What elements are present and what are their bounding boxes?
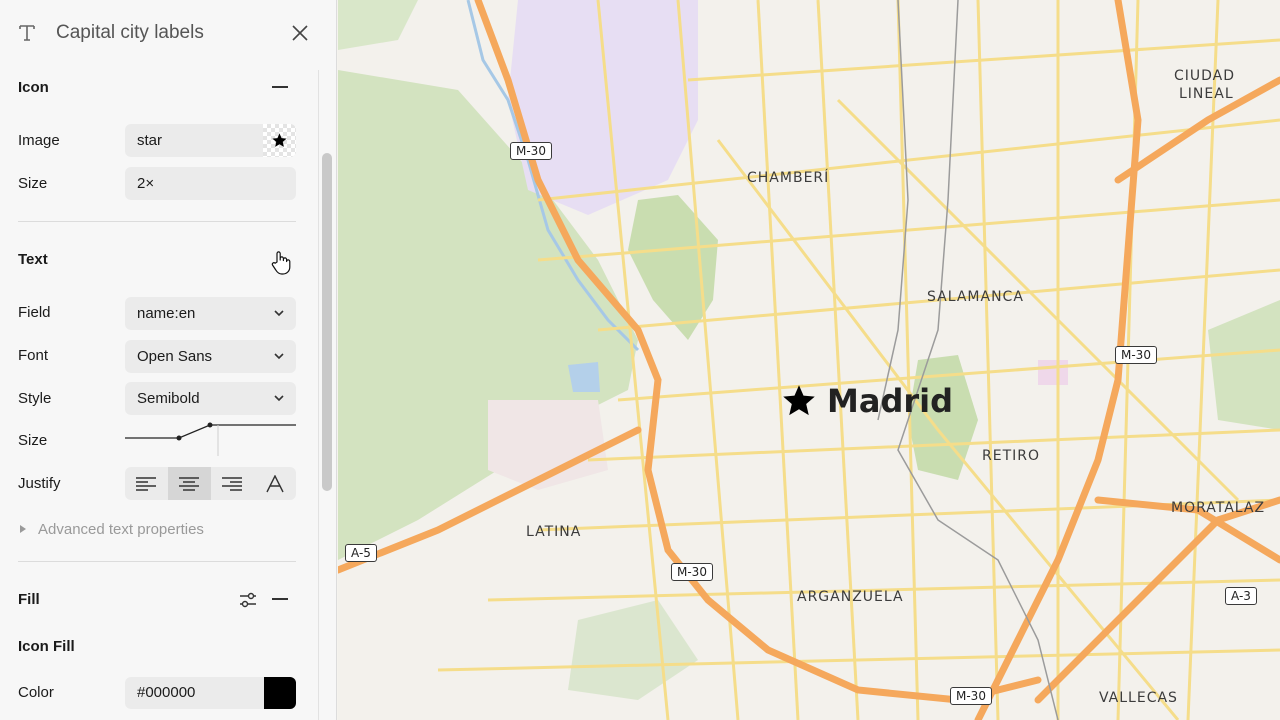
- color-input[interactable]: #000000: [125, 677, 296, 709]
- advanced-text-properties-toggle[interactable]: Advanced text properties: [20, 521, 204, 538]
- icon-size-label: Size: [18, 175, 48, 192]
- star-icon: [783, 385, 815, 416]
- fill-section-title: Fill: [18, 591, 40, 608]
- justify-auto-button[interactable]: [253, 467, 296, 500]
- district-label: RETIRO: [982, 448, 1041, 464]
- field-label: Field: [18, 304, 51, 321]
- image-label: Image: [18, 132, 60, 149]
- section-divider: [18, 221, 296, 222]
- capital-city-label[interactable]: Madrid: [781, 381, 953, 421]
- district-label: LATINA: [526, 524, 582, 540]
- road-shield: M-30: [950, 687, 992, 705]
- district-label: CHAMBERÍ: [747, 170, 830, 186]
- star-icon: [272, 133, 287, 147]
- text-auto-icon: [265, 474, 284, 492]
- text-type-icon: [19, 25, 35, 41]
- style-label: Style: [18, 390, 52, 407]
- justify-left-button[interactable]: [125, 467, 168, 500]
- hand-cursor-icon: [271, 251, 291, 275]
- color-value: #000000: [137, 684, 196, 701]
- district-label: LINEAL: [1179, 86, 1234, 102]
- map-canvas[interactable]: CIUDAD LINEAL CHAMBERÍ SALAMANCA RETIRO …: [338, 0, 1280, 720]
- road-shield: M-30: [671, 563, 713, 581]
- district-label: VALLECAS: [1099, 690, 1178, 706]
- zoom-stop-handle[interactable]: [176, 435, 182, 441]
- zoom-stop-handle[interactable]: [207, 422, 213, 428]
- district-label: ARGANZUELA: [797, 589, 904, 605]
- text-size-zoom-curve[interactable]: [125, 418, 296, 458]
- chevron-down-icon: [274, 310, 284, 317]
- lake: [568, 362, 600, 392]
- panel-header: Capital city labels: [0, 0, 336, 66]
- collapse-icon-section-icon[interactable]: [271, 78, 289, 96]
- scrollbar-track: [318, 70, 319, 720]
- font-select[interactable]: Open Sans: [125, 340, 296, 373]
- scrollbar-thumb[interactable]: [322, 153, 332, 491]
- chevron-down-icon: [274, 353, 284, 360]
- panel-title: Capital city labels: [56, 22, 204, 43]
- section-divider: [18, 561, 296, 562]
- road-shield: A-3: [1225, 587, 1257, 605]
- road-shield: A-5: [345, 544, 377, 562]
- image-value: star: [137, 132, 163, 149]
- road-shield: M-30: [510, 142, 552, 160]
- color-swatch[interactable]: [264, 677, 296, 709]
- district-label: SALAMANCA: [927, 289, 1024, 305]
- justify-label: Justify: [18, 475, 61, 492]
- justify-right-button[interactable]: [211, 467, 254, 500]
- road-shield: M-30: [1115, 346, 1157, 364]
- align-left-icon: [136, 476, 157, 491]
- adjustments-icon[interactable]: [238, 591, 258, 609]
- icon-section-title: Icon: [18, 79, 49, 96]
- landuse-area: [1038, 360, 1068, 385]
- image-preview[interactable]: [263, 124, 296, 157]
- image-field[interactable]: star: [125, 124, 296, 157]
- justify-center-button[interactable]: [167, 467, 211, 500]
- district-label: MORATALAZ: [1171, 500, 1266, 516]
- style-select[interactable]: Semibold: [125, 382, 296, 415]
- advanced-text-properties-label: Advanced text properties: [38, 521, 204, 538]
- icon-size-value: 2×: [137, 175, 155, 192]
- color-label: Color: [18, 684, 54, 701]
- align-center-icon: [179, 476, 200, 491]
- align-right-icon: [221, 476, 242, 491]
- justify-toggle-group: [125, 467, 296, 500]
- field-select[interactable]: name:en: [125, 297, 296, 330]
- layer-properties-panel: Capital city labels Icon Image star Size…: [0, 0, 337, 720]
- style-select-value: Semibold: [137, 390, 200, 407]
- collapse-fill-section-icon[interactable]: [271, 590, 289, 608]
- icon-size-field[interactable]: 2×: [125, 167, 296, 200]
- district-label: CIUDAD: [1174, 68, 1236, 84]
- text-size-label: Size: [18, 432, 48, 449]
- font-select-value: Open Sans: [137, 348, 213, 365]
- close-icon[interactable]: [290, 23, 310, 43]
- icon-fill-subtitle: Icon Fill: [18, 638, 75, 655]
- text-section-title: Text: [18, 251, 48, 268]
- font-label: Font: [18, 347, 49, 364]
- chevron-down-icon: [274, 395, 284, 402]
- disclosure-triangle-icon: [20, 525, 26, 533]
- field-select-value: name:en: [137, 305, 196, 322]
- city-name: Madrid: [827, 382, 953, 420]
